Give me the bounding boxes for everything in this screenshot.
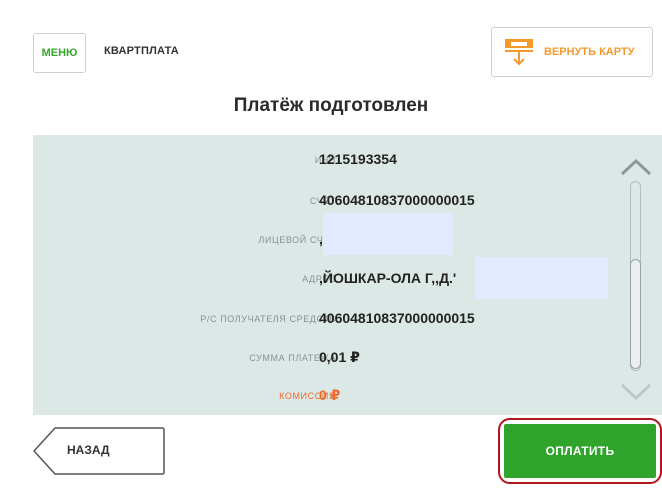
redacted-address — [475, 257, 608, 299]
detail-row-fee: КОМИССИЯ 0 ₽ — [33, 385, 633, 409]
inn-value: 1215193354 — [319, 151, 397, 167]
detail-row-amount: СУММА ПЛАТЕЖА 0,01 ₽ — [33, 347, 633, 371]
fee-value: 0 ₽ — [319, 387, 341, 403]
page-title: Платёж подготовлен — [233, 95, 429, 116]
card-eject-icon — [502, 37, 536, 67]
recipient-account-label: Р/С ПОЛУЧАТЕЛЯ СРЕДСТВ — [200, 314, 336, 324]
service-title: КВАРТПЛАТА — [104, 45, 179, 57]
amount-value: 0,01 ₽ — [319, 349, 360, 365]
scrollbar-thumb[interactable] — [630, 259, 641, 369]
pay-button[interactable]: ОПЛАТИТЬ — [504, 424, 656, 478]
address-value: ,ЙОШКАР-ОЛА Г,,Д.' — [319, 270, 457, 286]
detail-row-recipient-account: Р/С ПОЛУЧАТЕЛЯ СРЕДСТВ 40604810837000000… — [33, 308, 633, 332]
back-button[interactable]: НАЗАД — [33, 427, 165, 475]
menu-button-label: МЕНЮ — [41, 47, 78, 59]
chevron-down-icon[interactable] — [619, 380, 653, 404]
return-card-button[interactable]: ВЕРНУТЬ КАРТУ — [491, 27, 653, 77]
redacted-personal-account — [323, 213, 453, 255]
back-button-label: НАЗАД — [67, 443, 110, 457]
detail-row-account: СЧЁТ 40604810837000000015 — [33, 190, 633, 214]
pay-button-label: ОПЛАТИТЬ — [545, 444, 615, 458]
account-value: 40604810837000000015 — [319, 192, 475, 208]
recipient-account-value: 40604810837000000015 — [319, 310, 475, 326]
payment-details-panel[interactable]: ИНН 1215193354 СЧЁТ 40604810837000000015… — [33, 135, 662, 415]
menu-button[interactable]: МЕНЮ — [33, 33, 86, 73]
return-card-label: ВЕРНУТЬ КАРТУ — [544, 46, 635, 58]
chevron-up-icon[interactable] — [619, 155, 653, 179]
detail-row-inn: ИНН 1215193354 — [33, 149, 633, 173]
